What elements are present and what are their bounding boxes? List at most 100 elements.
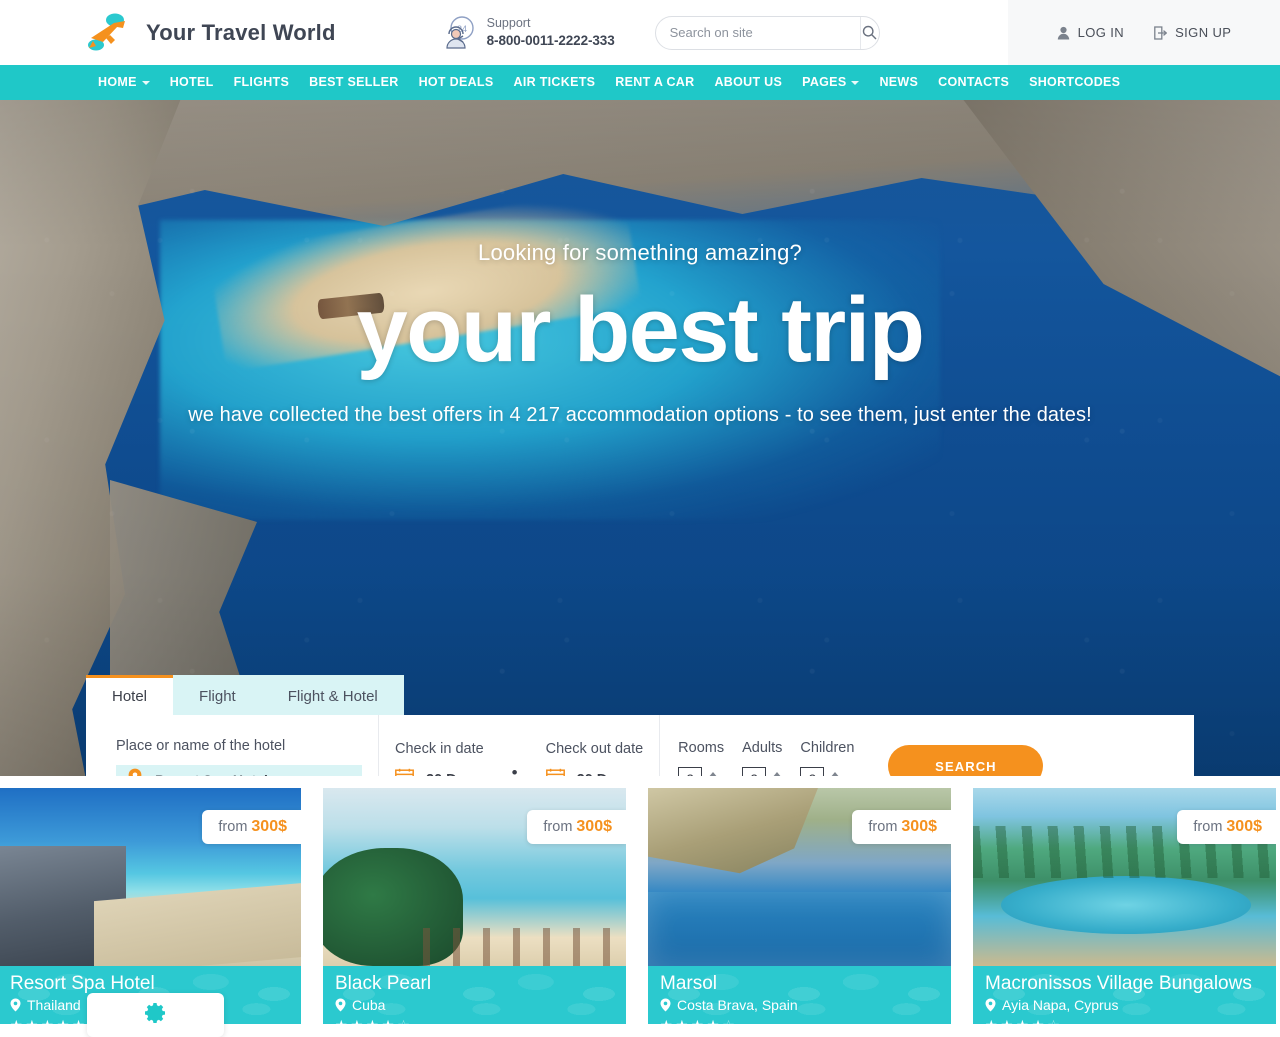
support-label: Support [486, 16, 531, 31]
location-pin-icon [10, 998, 21, 1012]
star-icon: ★ [10, 1017, 24, 1024]
hotel-photo: from 300$ [973, 788, 1276, 966]
star-icon: ★ [707, 1017, 721, 1024]
counter-rooms: Rooms 2 [678, 740, 724, 776]
price-amount: 300$ [576, 818, 612, 835]
hotel-rating: ★★★★☆ [985, 1017, 1276, 1024]
date-range-separator: • [511, 763, 518, 776]
settings-panel-button[interactable] [87, 993, 224, 1037]
logo[interactable]: Your Travel World [84, 12, 336, 54]
hotel-card[interactable]: from300$MarsolCosta Brava, Spain★★★★☆ [648, 788, 951, 1024]
nav-item-air-tickets[interactable]: AIR TICKETS [504, 65, 606, 100]
support-phone: 8-800-0011-2222-333 [486, 33, 615, 49]
star-icon: ★ [691, 1017, 705, 1024]
stepper-up-icon[interactable] [830, 772, 841, 776]
nav-item-about-us[interactable]: ABOUT US [704, 65, 792, 100]
place-input[interactable] [154, 771, 350, 776]
place-field-group: Place or name of the hotel [100, 715, 379, 776]
booking-tab-hotel[interactable]: Hotel [86, 675, 174, 715]
hotel-card-footer: Macronissos Village Bungalows Ayia Napa, … [973, 966, 1276, 1024]
hero-section: Looking for something amazing? your best… [0, 100, 1280, 776]
checkin-value: 20 Dec [426, 772, 473, 777]
price-amount: 300$ [901, 818, 937, 835]
hotel-rating: ★★★★☆ [335, 1017, 626, 1024]
stepper-up-icon[interactable] [708, 772, 719, 776]
calendar-icon [395, 768, 414, 776]
hotel-photo: from 300$ [323, 788, 626, 966]
booking-search-widget: Hotel Flight Flight & Hotel Place or name … [86, 675, 1194, 776]
hotel-location-label: Costa Brava, Spain [677, 996, 798, 1013]
nav-item-label: HOME [98, 75, 137, 89]
nav-item-hotel[interactable]: HOTEL [160, 65, 224, 100]
signup-button[interactable]: SIGN UP [1154, 25, 1231, 40]
counter-value[interactable]: 2 [742, 767, 767, 776]
nav-item-shortcodes[interactable]: SHORTCODES [1019, 65, 1130, 100]
nav-item-home[interactable]: HOME [88, 65, 160, 100]
hotel-card-footer: MarsolCosta Brava, Spain★★★★☆ [648, 966, 951, 1024]
price-prefix: from [543, 819, 573, 835]
counter-value[interactable]: 2 [800, 767, 825, 776]
nav-item-label: HOTEL [169, 75, 214, 89]
checkout-value: 20 Dec [577, 772, 624, 777]
place-input-wrap[interactable] [116, 764, 362, 776]
hotel-card[interactable]: from300$ Black Pearl Cuba ★★★★☆ [323, 788, 626, 1024]
star-icon: ★ [41, 1017, 55, 1024]
checkout-date-picker[interactable]: 20 Dec [545, 768, 644, 777]
nav-item-rent-a-car[interactable]: RENT A CAR [605, 65, 704, 100]
nav-item-label: BEST SELLER [309, 75, 399, 89]
star-icon: ★ [382, 1017, 396, 1024]
checkout-label: Check out date [545, 740, 644, 757]
price-amount: 300$ [1226, 818, 1262, 835]
nav-item-hot-deals[interactable]: HOT DEALS [409, 65, 504, 100]
stepper-up-icon[interactable] [772, 772, 783, 776]
search-input[interactable] [655, 16, 860, 49]
booking-tab-flight-hotel[interactable]: Flight & Hotel [261, 675, 404, 715]
hero-title: your best trip [356, 279, 925, 381]
chevron-down-icon [851, 80, 860, 85]
hero-kicker: Looking for something amazing? [478, 240, 802, 265]
checkin-date-picker[interactable]: 20 Dec [395, 768, 484, 777]
support-text: Support 8-800-0011-2222-333 [487, 14, 615, 50]
nav-item-label: ABOUT US [714, 75, 783, 89]
chevron-down-icon [141, 80, 150, 85]
hotel-card[interactable]: from300$Resort Spa HotelThailand★★★★★ [0, 788, 301, 1024]
counter-stepper[interactable] [830, 772, 841, 776]
hotel-rating: ★★★★☆ [660, 1017, 951, 1024]
hero-subtitle: we have collected the best offers in 4 2… [188, 403, 1092, 426]
star-icon: ☆ [1047, 1017, 1061, 1024]
counter-label: Rooms [678, 740, 725, 756]
location-pin-icon [335, 998, 346, 1012]
nav-item-flights[interactable]: FLIGHTS [224, 65, 300, 100]
signup-label: SIGN UP [1175, 25, 1232, 40]
site-search[interactable] [654, 15, 880, 50]
nav-item-label: FLIGHTS [233, 75, 290, 89]
star-icon: ★ [57, 1017, 71, 1024]
hotel-location-label: Cuba [352, 996, 386, 1013]
login-label: LOG IN [1077, 25, 1125, 40]
counter-value[interactable]: 2 [678, 767, 703, 776]
counter-stepper[interactable] [708, 772, 719, 776]
search-submit-button[interactable] [859, 16, 879, 49]
hotel-card[interactable]: from 300$ Macronissos Village Bungalows Ayi… [973, 788, 1276, 1024]
hotel-name: Black Pearl [335, 973, 432, 994]
nav-item-contacts[interactable]: CONTACTS [928, 65, 1019, 100]
nav-item-pages[interactable]: PAGES [792, 65, 869, 100]
nav-item-best-seller[interactable]: BEST SELLER [299, 65, 408, 100]
counter-children: Children 2 [800, 740, 854, 776]
hotel-location-label: Thailand [27, 996, 81, 1013]
login-button[interactable]: LOG IN [1057, 25, 1124, 40]
star-icon: ★ [1032, 1017, 1046, 1024]
booking-tab-flight[interactable]: Flight [173, 675, 262, 715]
hotel-photo: from 300$ [0, 788, 301, 966]
hotel-name: Macronissos Village Bungalows [985, 973, 1252, 994]
star-icon: ★ [676, 1017, 690, 1024]
nav-item-news[interactable]: NEWS [869, 65, 928, 100]
price-prefix: from [1193, 819, 1223, 835]
location-pin-icon [985, 998, 996, 1012]
nav-item-label: PAGES [802, 75, 847, 89]
search-button[interactable]: SEARCH [888, 745, 1044, 776]
nav-item-label: SHORTCODES [1029, 75, 1121, 89]
hotel-card-footer: Black Pearl Cuba ★★★★☆ [323, 966, 626, 1024]
support-operator-icon: 24 [439, 14, 477, 52]
counter-stepper[interactable] [772, 772, 783, 776]
